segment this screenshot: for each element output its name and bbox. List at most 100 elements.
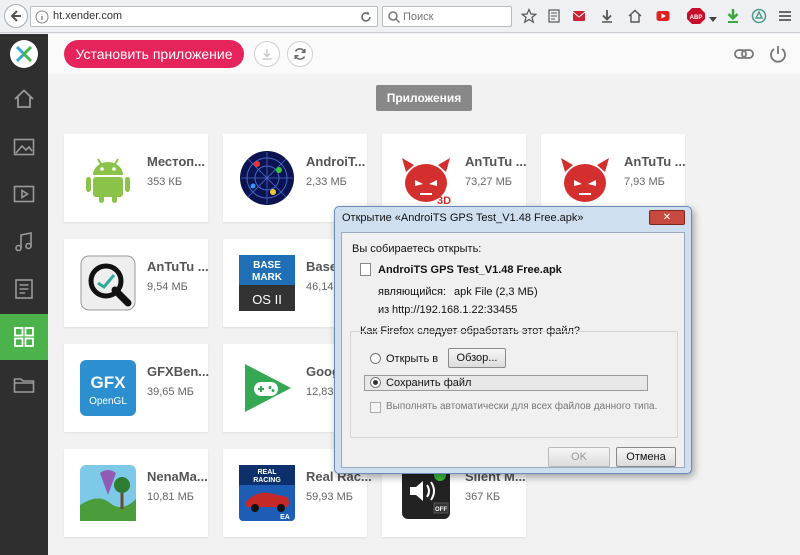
play-games-icon: [245, 364, 291, 412]
icon-label: GFX: [91, 373, 127, 392]
left-sidebar: [0, 34, 48, 555]
adblock-plus-icon[interactable]: ABP: [684, 7, 708, 25]
gps-radar-icon: [240, 151, 294, 205]
xender-logo[interactable]: [10, 40, 38, 68]
sidebar-item-music[interactable]: [0, 219, 48, 265]
download-icon: [262, 49, 272, 60]
apps-grid-icon: [14, 327, 34, 347]
dialog-close-button[interactable]: ✕: [649, 210, 685, 225]
url-bar[interactable]: ht.xender.com: [30, 6, 378, 27]
app-size: 2,33 МБ: [306, 176, 347, 188]
music-note-icon: [15, 232, 32, 252]
app-name: NenaMa...: [147, 469, 208, 484]
tab-apps[interactable]: Приложения: [376, 85, 472, 111]
ok-button[interactable]: OK: [548, 447, 610, 467]
youtube-icon[interactable]: [654, 7, 672, 25]
app-size: 39,65 МБ: [147, 386, 194, 398]
file-type-label: являющийся:: [378, 286, 447, 298]
menu-hamburger-icon[interactable]: [776, 7, 794, 25]
reload-icon[interactable]: [359, 10, 373, 24]
antutu-3d-icon: 3D: [402, 158, 451, 206]
browser-toolbar: ht.xender.com ABP: [0, 0, 800, 33]
refresh-button[interactable]: [287, 41, 313, 67]
app-name: GFXBen...: [147, 364, 210, 379]
connect-link-button[interactable]: [733, 43, 755, 65]
app-size: 367 КБ: [465, 491, 501, 503]
file-type-value: apk File (2,3 МБ): [454, 286, 538, 298]
real-racing-icon: REAL RACING EA: [239, 465, 295, 521]
app-card[interactable]: Местоп... 353 КБ: [64, 134, 208, 222]
bookmark-star-icon[interactable]: [520, 7, 538, 25]
icon-sublabel: OpenGL: [89, 396, 127, 407]
icon-label: EA: [280, 514, 290, 521]
info-icon[interactable]: [35, 10, 49, 24]
download-icon[interactable]: [598, 7, 616, 25]
mail-icon[interactable]: [570, 7, 588, 25]
sidebar-item-folders[interactable]: [0, 362, 48, 408]
save-file-label: Сохранить файл: [386, 377, 472, 389]
app-card[interactable]: GFX OpenGL GFXBen... 39,65 МБ: [64, 344, 210, 432]
save-file-radio[interactable]: [370, 377, 381, 388]
gfxbench-icon: GFX OpenGL: [80, 360, 136, 416]
dialog-titlebar[interactable]: Открытие «AndroiTS GPS Test_V1.48 Free.a…: [335, 207, 691, 229]
sidebar-item-apps[interactable]: [0, 314, 48, 360]
icon-label: OFF: [435, 507, 447, 513]
install-app-button[interactable]: Установить приложение: [64, 40, 244, 68]
open-with-label: Открыть в: [386, 353, 439, 365]
app-size: 10,81 МБ: [147, 491, 194, 503]
app-name: Местоп...: [147, 154, 205, 169]
power-icon: [770, 46, 786, 63]
open-file-dialog: Открытие «AndroiTS GPS Test_V1.48 Free.a…: [334, 206, 692, 474]
app-name: AnTuTu ...: [465, 154, 527, 169]
android-icon: [86, 158, 130, 203]
auto-action-checkbox[interactable]: [370, 402, 381, 413]
open-with-radio[interactable]: [370, 353, 381, 364]
svg-text:RACING: RACING: [253, 477, 281, 484]
folder-icon: [13, 378, 35, 393]
dialog-body: Вы собираетесь открыть: AndroiTS GPS Tes…: [341, 232, 685, 468]
home-icon[interactable]: [626, 7, 644, 25]
dialog-title: Открытие «AndroiTS GPS Test_V1.48 Free.a…: [342, 212, 584, 224]
app-card[interactable]: NenaMa... 10,81 МБ: [64, 449, 208, 537]
search-bar[interactable]: [382, 6, 512, 27]
dialog-intro: Вы собираетесь открыть:: [352, 243, 482, 255]
app-size: 12,83: [306, 386, 334, 398]
search-icon: [388, 11, 401, 24]
back-button[interactable]: [4, 4, 28, 28]
content-topbar: Установить приложение: [48, 34, 800, 74]
app-name: AnTuTu ...: [624, 154, 686, 169]
file-icon: [360, 263, 371, 276]
dialog-filename: AndroiTS GPS Test_V1.48 Free.apk: [378, 264, 562, 276]
search-input[interactable]: [403, 9, 503, 24]
document-icon: [15, 279, 33, 299]
power-button[interactable]: [767, 43, 789, 65]
app-card[interactable]: AnTuTu ... 9,54 МБ: [64, 239, 209, 327]
app-size: 7,93 МБ: [624, 176, 665, 188]
bookmarks-list-icon[interactable]: [545, 7, 563, 25]
sidebar-item-documents[interactable]: [0, 266, 48, 312]
back-arrow-icon: [10, 10, 21, 22]
download-button[interactable]: [254, 41, 280, 67]
antutu-icon: [561, 158, 609, 202]
nenamark-icon: [80, 465, 136, 521]
file-source-label: из: [378, 304, 390, 316]
video-icon: [13, 185, 35, 203]
adblock-menu-arrow-icon[interactable]: [708, 11, 718, 29]
link-icon: [734, 49, 754, 59]
auto-action-label: Выполнять автоматически для всех файлов …: [386, 401, 658, 412]
abp-label: ABP: [690, 15, 703, 21]
sidebar-item-videos[interactable]: [0, 171, 48, 217]
xender-logo-icon: [15, 45, 33, 63]
app-size: 59,93 МБ: [306, 491, 353, 503]
icon-badge: 3D: [437, 195, 451, 206]
app-name: AndroiT...: [306, 154, 366, 169]
xender-extension-icon[interactable]: [750, 7, 768, 25]
svg-text:BASE: BASE: [253, 260, 281, 271]
file-source-value: http://192.168.1.22:33455: [392, 304, 518, 316]
browse-button[interactable]: Обзор...: [448, 348, 506, 368]
green-download-icon[interactable]: [724, 7, 742, 25]
icon-label: OS II: [252, 292, 282, 307]
cancel-button[interactable]: Отмена: [616, 447, 676, 467]
sidebar-item-home[interactable]: [0, 76, 48, 122]
sidebar-item-photos[interactable]: [0, 124, 48, 170]
